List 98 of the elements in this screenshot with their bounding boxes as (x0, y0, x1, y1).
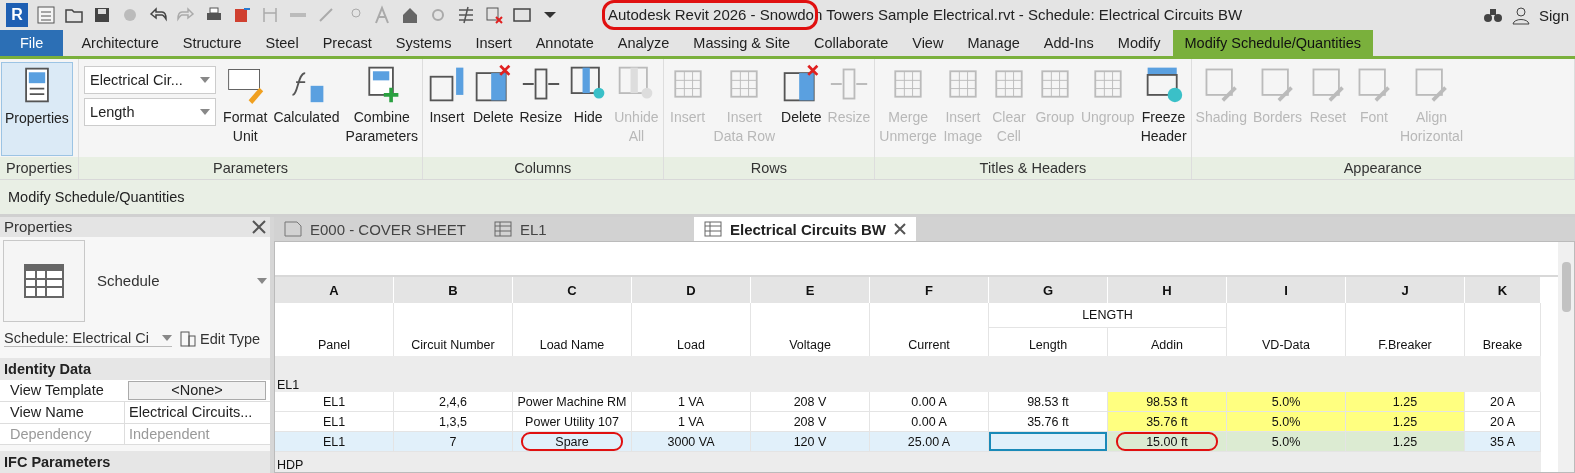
table-cell[interactable]: EL1 (275, 392, 394, 412)
document-tab[interactable]: Electrical Circuits BW (694, 217, 916, 241)
group-label: EL1 (277, 378, 300, 392)
ribbon-button[interactable]: Insert (423, 62, 470, 154)
table-cell[interactable]: 35.76 ft (989, 412, 1108, 432)
ribbon-tab[interactable]: Structure (170, 30, 254, 56)
table-cell[interactable]: 1.25 (1346, 412, 1465, 432)
column-letter[interactable]: I (1227, 277, 1346, 303)
table-cell[interactable]: 98.53 ft (989, 392, 1108, 412)
table-cell[interactable]: 0.00 A (870, 412, 989, 432)
ribbon-button[interactable]: Combine Parameters (342, 62, 421, 154)
instance-selector[interactable]: Schedule: Electrical Ci (4, 330, 172, 348)
column-letter[interactable]: K (1465, 277, 1541, 303)
group-label: HDP (277, 458, 304, 472)
table-cell[interactable]: 208 V (751, 412, 870, 432)
table-cell[interactable]: 35 A (1465, 432, 1541, 452)
ribbon-tab[interactable]: Modify Schedule/Quantities (1172, 30, 1374, 56)
table-cell[interactable]: 208 V (751, 392, 870, 412)
column-letter[interactable]: G (989, 277, 1108, 303)
context-label: Modify Schedule/Quantities (8, 189, 185, 205)
column-letter[interactable]: F (870, 277, 989, 303)
ribbon-tab[interactable]: Massing & Site (681, 30, 803, 56)
table-cell[interactable]: Power Machine RM (513, 392, 632, 412)
table-cell[interactable]: 1 VA (632, 412, 751, 432)
column-letter[interactable]: D (632, 277, 751, 303)
column-letter[interactable]: E (751, 277, 870, 303)
table-cell[interactable]: 5.0% (1227, 432, 1346, 452)
ribbon-tab[interactable]: Insert (463, 30, 524, 56)
property-value-button[interactable]: <None> (128, 381, 266, 400)
ribbon-button[interactable]: Freeze Header (1137, 62, 1190, 154)
column-letter[interactable]: C (513, 277, 632, 303)
table-cell[interactable]: 15.00 ft (1108, 432, 1227, 452)
ribbon-tab[interactable]: Collaborate (802, 30, 901, 56)
ribbon-button[interactable]: Delete (778, 62, 825, 154)
table-cell[interactable]: 1.25 (1346, 432, 1465, 452)
ribbon-button[interactable]: Properties (1, 62, 73, 156)
panel-title: Appearance (1191, 157, 1574, 179)
ribbon-tab[interactable]: Steel (253, 30, 311, 56)
ribbon-tab[interactable]: Analyze (605, 30, 682, 56)
ribbon-tab[interactable]: File (0, 30, 64, 56)
panel-title: Parameters (79, 157, 422, 179)
edit-type-button[interactable]: Edit Type (180, 330, 261, 347)
property-label: View Name (9, 403, 85, 423)
ribbon-tab[interactable]: Systems (383, 30, 464, 56)
ribbon-button[interactable]: Calculated (270, 62, 343, 154)
table-cell[interactable]: 1,3,5 (394, 412, 513, 432)
table-cell[interactable]: 1 VA (632, 392, 751, 412)
table-cell[interactable]: EL1 (275, 432, 394, 452)
property-value: Electrical Circuits... (124, 401, 270, 423)
table-cell[interactable]: 2,4,6 (394, 392, 513, 412)
document-tab[interactable]: E000 - COVER SHEET (274, 217, 484, 241)
group-header[interactable]: IFC Parameters (0, 451, 270, 473)
panel-title: Properties (4, 218, 73, 236)
table-cell[interactable]: 20 A (1465, 392, 1541, 412)
app-logo[interactable]: R (6, 3, 28, 27)
column-letter[interactable]: H (1108, 277, 1227, 303)
ribbon-tab[interactable]: View (900, 30, 956, 56)
column-letter[interactable]: A (275, 277, 394, 303)
ribbon-tab[interactable]: Add-Ins (1031, 30, 1106, 56)
table-cell[interactable]: 7 (394, 432, 513, 452)
table-cell[interactable]: 1.25 (1346, 392, 1465, 412)
table-cell[interactable]: 20 A (1465, 412, 1541, 432)
parameter-dropdown[interactable]: Electrical Cir... (84, 66, 217, 94)
table-cell[interactable]: Spare (513, 432, 632, 452)
sign-in-link[interactable]: Sign (1538, 6, 1569, 24)
group-header[interactable]: Identity Data (0, 358, 270, 380)
parameter-dropdown[interactable]: Length (84, 98, 217, 126)
ribbon-button[interactable]: Format Unit (220, 62, 271, 154)
document-tab[interactable]: EL1 (484, 217, 694, 241)
column-group-header: LENGTH (989, 303, 1227, 328)
table-cell[interactable]: 35.76 ft (1108, 412, 1227, 432)
ribbon-tab[interactable]: Precast (310, 30, 384, 56)
property-value: Independent (124, 423, 270, 445)
table-cell[interactable]: Power Utility 107 (513, 412, 632, 432)
type-name: Schedule (97, 272, 161, 290)
table-cell[interactable]: 120 V (751, 432, 870, 452)
panel-title: Properties (0, 157, 79, 179)
ribbon-button[interactable]: Hide (565, 62, 612, 154)
column-letter[interactable]: J (1346, 277, 1465, 303)
table-cell[interactable]: 5.0% (1227, 412, 1346, 432)
column-letter[interactable]: B (394, 277, 513, 303)
ribbon-tab[interactable]: Modify (1105, 30, 1173, 56)
panel-title: Titles & Headers (875, 157, 1191, 179)
property-label: View Template (9, 381, 105, 401)
table-cell[interactable]: 0.00 A (870, 392, 989, 412)
panel-title: Rows (663, 157, 875, 179)
table-cell[interactable]: EL1 (275, 412, 394, 432)
table-cell[interactable]: 3000 VA (632, 432, 751, 452)
ribbon-tab[interactable]: Manage (955, 30, 1032, 56)
ribbon-button[interactable]: Delete (469, 62, 517, 154)
ribbon-button[interactable]: Resize (516, 62, 566, 154)
property-label: Dependency (9, 424, 93, 444)
ribbon-tab[interactable]: Architecture (69, 30, 171, 56)
table-cell[interactable]: 98.53 ft (1108, 392, 1227, 412)
ribbon-tab[interactable]: Annotate (523, 30, 606, 56)
table-cell[interactable]: 25.00 A (870, 432, 989, 452)
panel-title: Columns (422, 157, 663, 179)
table-cell[interactable]: 5.0% (1227, 392, 1346, 412)
